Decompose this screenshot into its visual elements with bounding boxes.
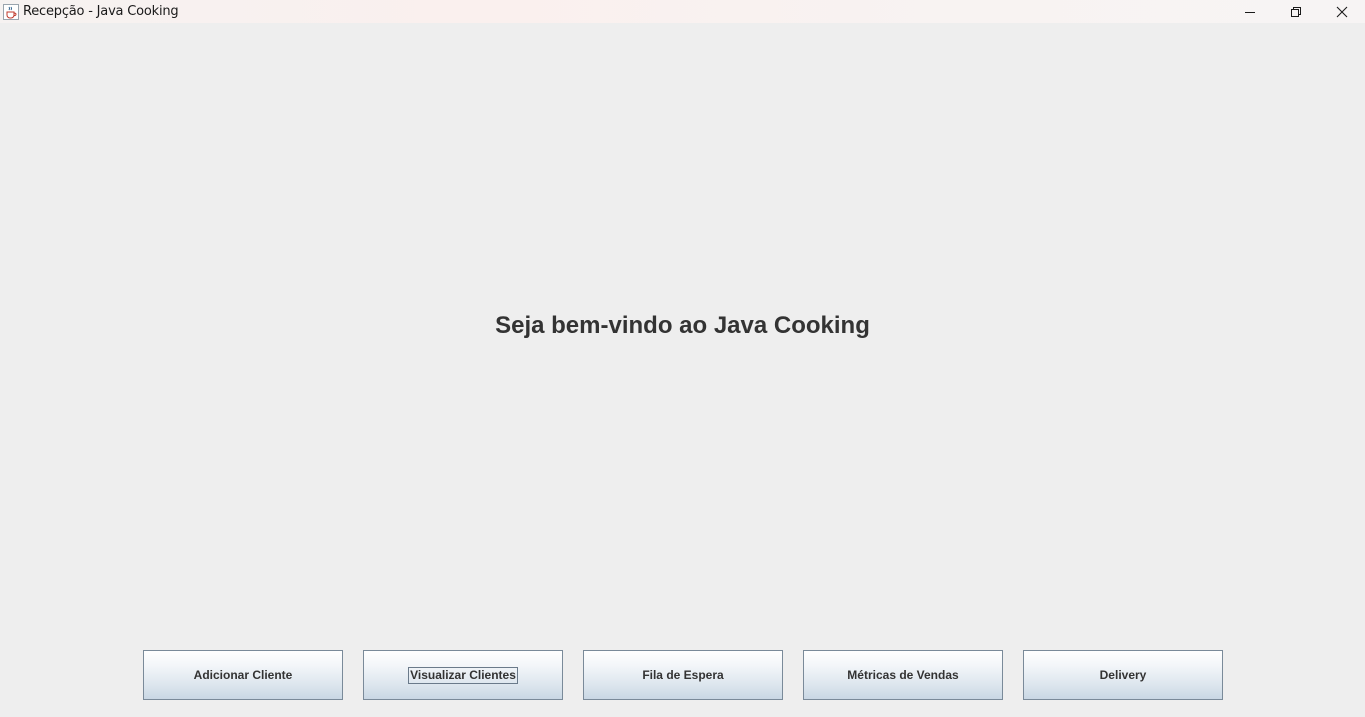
application-window: Recepção - Java Cooking Seja bem-vindo a… [0,0,1365,717]
delivery-button[interactable]: Delivery [1023,650,1223,700]
title-bar[interactable]: Recepção - Java Cooking [0,0,1365,23]
window-title: Recepção - Java Cooking [23,4,179,19]
waiting-queue-button[interactable]: Fila de Espera [583,650,783,700]
sales-metrics-button[interactable]: Métricas de Vendas [803,650,1003,700]
view-clients-button[interactable]: Visualizar Clientes [363,650,563,700]
minimize-icon [1245,11,1255,13]
add-client-button[interactable]: Adicionar Cliente [143,650,343,700]
window-controls [1227,0,1365,23]
waiting-queue-label: Fila de Espera [642,668,724,682]
restore-button[interactable] [1273,0,1319,23]
minimize-button[interactable] [1227,0,1273,23]
sales-metrics-label: Métricas de Vendas [847,668,959,682]
welcome-heading: Seja bem-vindo ao Java Cooking [495,312,870,339]
java-coffee-cup-icon [3,3,19,20]
add-client-label: Adicionar Cliente [193,668,293,682]
close-button[interactable] [1319,0,1365,23]
delivery-label: Delivery [1099,668,1147,682]
restore-icon [1291,6,1301,17]
close-icon [1336,6,1348,17]
view-clients-label: Visualizar Clientes [408,666,518,684]
main-panel: Seja bem-vindo ao Java Cooking Adicionar… [0,23,1365,717]
